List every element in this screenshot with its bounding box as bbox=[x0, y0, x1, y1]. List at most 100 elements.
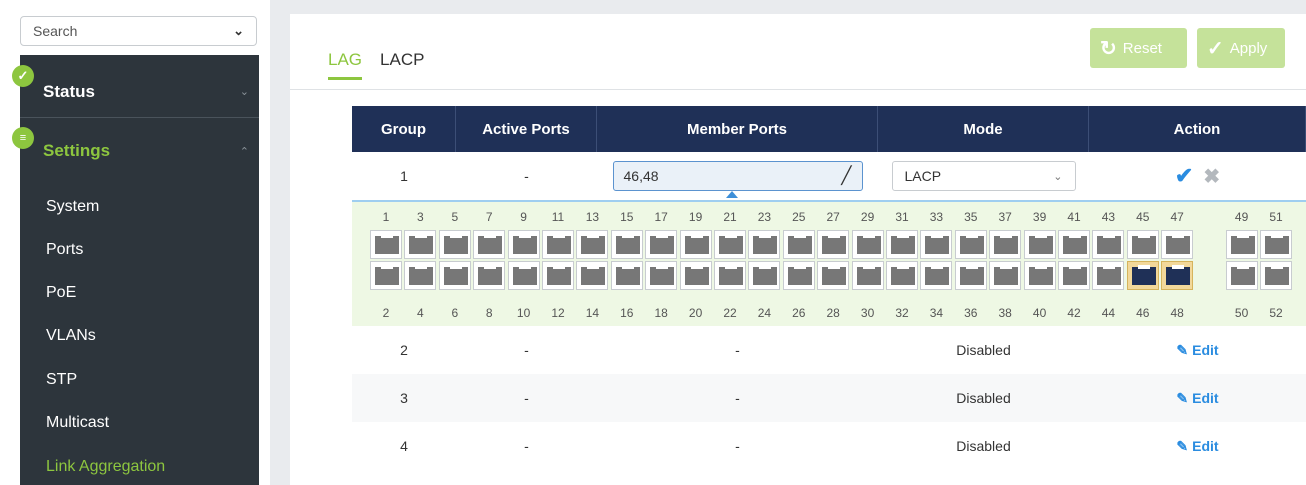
chevron-down-icon: ⌄ bbox=[239, 86, 249, 98]
port-30[interactable] bbox=[851, 261, 884, 290]
port-43[interactable] bbox=[1092, 230, 1125, 259]
port-51[interactable] bbox=[1260, 230, 1292, 259]
tab-lag[interactable]: LAG bbox=[328, 50, 363, 80]
port-46[interactable] bbox=[1126, 261, 1159, 290]
port-16[interactable] bbox=[610, 261, 643, 290]
port-label: 4 bbox=[417, 306, 424, 320]
port-13[interactable] bbox=[576, 230, 609, 259]
port-23[interactable] bbox=[748, 230, 781, 259]
chevron-up-icon: ⌃ bbox=[239, 145, 249, 158]
port-39[interactable] bbox=[1023, 230, 1056, 259]
port-label: 10 bbox=[516, 306, 531, 320]
apply-button[interactable]: ✓ Apply bbox=[1197, 28, 1285, 68]
port-40[interactable] bbox=[1023, 261, 1056, 290]
sidebar-item-vlans[interactable]: VLANs bbox=[46, 327, 96, 345]
sidebar-item-stp[interactable]: STP bbox=[46, 371, 77, 389]
tab-lacp[interactable]: LACP bbox=[380, 50, 424, 80]
port-25[interactable] bbox=[782, 230, 815, 259]
port-label: 49 bbox=[1234, 210, 1249, 224]
port-label: 27 bbox=[826, 210, 840, 224]
cell-member-ports: - bbox=[735, 342, 740, 358]
table-header: Group Active Ports Member Ports Mode Act… bbox=[352, 106, 1306, 152]
sidebar-section-status[interactable]: Status ⌄ bbox=[20, 66, 259, 118]
port-6[interactable] bbox=[438, 261, 471, 290]
cell-group: 4 bbox=[400, 438, 408, 454]
port-2[interactable] bbox=[370, 261, 402, 290]
port-42[interactable] bbox=[1058, 261, 1090, 290]
port-14[interactable] bbox=[576, 261, 609, 290]
sidebar: Search ⌄ Status ⌄ ✓ Settings ⌃ ≡ System … bbox=[0, 0, 270, 485]
edit-link[interactable]: ✎ Edit bbox=[1176, 342, 1218, 359]
pencil-icon[interactable]: ╱ bbox=[841, 166, 851, 186]
port-52[interactable] bbox=[1260, 261, 1292, 290]
cancel-x-icon[interactable]: ✖ bbox=[1203, 164, 1220, 189]
port-31[interactable] bbox=[886, 230, 918, 259]
port-3[interactable] bbox=[404, 230, 437, 259]
port-48[interactable] bbox=[1161, 261, 1194, 290]
port-36[interactable] bbox=[954, 261, 987, 290]
caret-up-icon bbox=[725, 191, 738, 198]
edit-label: Edit bbox=[1192, 438, 1219, 454]
port-45[interactable] bbox=[1126, 230, 1159, 259]
port-label: 25 bbox=[792, 210, 806, 224]
port-17[interactable] bbox=[645, 230, 678, 259]
port-29[interactable] bbox=[851, 230, 884, 259]
port-15[interactable] bbox=[610, 230, 643, 259]
port-18[interactable] bbox=[645, 261, 678, 290]
lag-table: Group Active Ports Member Ports Mode Act… bbox=[352, 106, 1306, 470]
port-8[interactable] bbox=[473, 261, 506, 290]
sidebar-section-settings[interactable]: Settings ⌃ bbox=[20, 128, 259, 174]
port-28[interactable] bbox=[817, 261, 850, 290]
port-10[interactable] bbox=[507, 261, 540, 290]
cell-active-ports: - bbox=[524, 390, 529, 406]
port-37[interactable] bbox=[989, 230, 1022, 259]
sidebar-item-system[interactable]: System bbox=[46, 198, 99, 216]
port-33[interactable] bbox=[920, 230, 953, 259]
edit-link[interactable]: ✎ Edit bbox=[1176, 390, 1218, 407]
port-38[interactable] bbox=[989, 261, 1022, 290]
port-12[interactable] bbox=[542, 261, 574, 290]
sidebar-item-poe[interactable]: PoE bbox=[46, 284, 76, 302]
cell-mode: LACP ⌄ bbox=[878, 161, 1089, 191]
check-circle-icon: ✓ bbox=[12, 65, 34, 87]
port-4[interactable] bbox=[404, 261, 437, 290]
port-label: 24 bbox=[757, 306, 772, 320]
mode-select[interactable]: LACP ⌄ bbox=[891, 161, 1076, 191]
port-35[interactable] bbox=[954, 230, 987, 259]
port-50[interactable] bbox=[1225, 261, 1258, 290]
port-49[interactable] bbox=[1225, 230, 1258, 259]
port-9[interactable] bbox=[507, 230, 540, 259]
port-27[interactable] bbox=[817, 230, 850, 259]
port-26[interactable] bbox=[782, 261, 815, 290]
port-label: 15 bbox=[620, 210, 634, 224]
port-47[interactable] bbox=[1161, 230, 1194, 259]
edit-label: Edit bbox=[1192, 390, 1219, 406]
port-21[interactable] bbox=[714, 230, 746, 259]
edit-link[interactable]: ✎ Edit bbox=[1176, 438, 1218, 455]
port-1[interactable] bbox=[370, 230, 402, 259]
edit-label: Edit bbox=[1192, 342, 1219, 358]
confirm-check-icon[interactable]: ✔ bbox=[1175, 163, 1193, 189]
port-44[interactable] bbox=[1092, 261, 1125, 290]
refresh-icon: ↻ bbox=[1100, 37, 1117, 60]
port-32[interactable] bbox=[886, 261, 918, 290]
sidebar-item-ports[interactable]: Ports bbox=[46, 241, 83, 259]
port-11[interactable] bbox=[542, 230, 574, 259]
port-7[interactable] bbox=[473, 230, 506, 259]
cell-member-ports: - bbox=[735, 438, 740, 454]
sidebar-item-link-aggregation[interactable]: Link Aggregation bbox=[46, 458, 165, 476]
port-41[interactable] bbox=[1058, 230, 1090, 259]
member-ports-input[interactable]: 46,48 ╱ bbox=[612, 161, 863, 198]
reset-button[interactable]: ↻ Reset bbox=[1090, 28, 1187, 68]
port-label: 2 bbox=[382, 306, 390, 320]
port-22[interactable] bbox=[714, 261, 746, 290]
port-34[interactable] bbox=[920, 261, 953, 290]
port-20[interactable] bbox=[679, 261, 712, 290]
search-select[interactable]: Search ⌄ bbox=[20, 16, 257, 46]
port-19[interactable] bbox=[679, 230, 712, 259]
port-5[interactable] bbox=[438, 230, 471, 259]
port-label: 16 bbox=[620, 306, 634, 320]
port-label: 28 bbox=[826, 306, 840, 320]
port-24[interactable] bbox=[748, 261, 781, 290]
sidebar-item-multicast[interactable]: Multicast bbox=[46, 414, 109, 432]
